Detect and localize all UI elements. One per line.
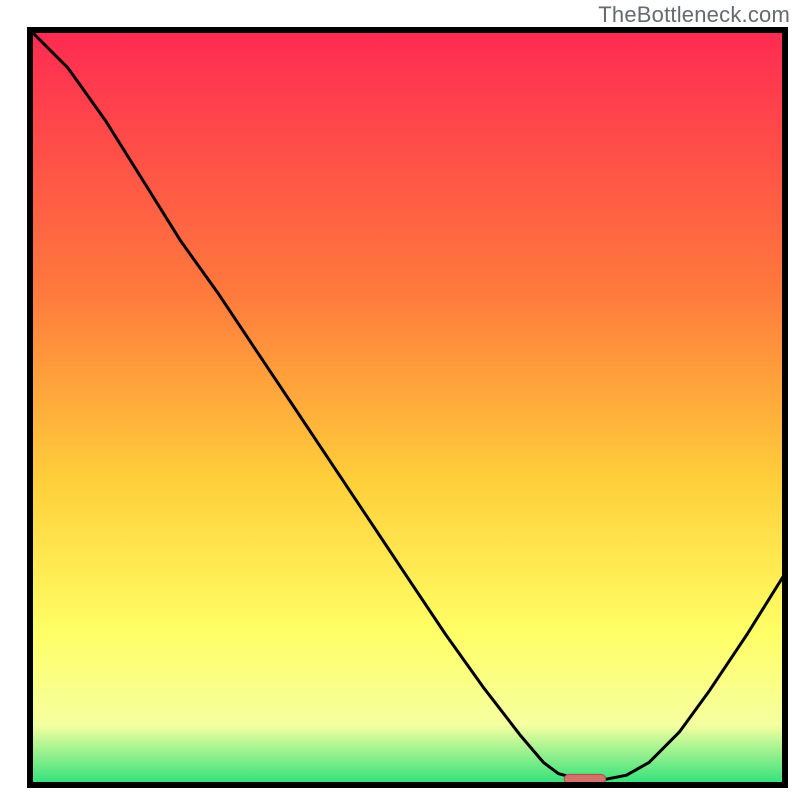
watermark-text: TheBottleneck.com bbox=[598, 2, 790, 28]
gradient-background bbox=[30, 30, 785, 785]
plot-area bbox=[30, 30, 785, 785]
bottleneck-chart bbox=[0, 0, 800, 800]
chart-frame: { "watermark": "TheBottleneck.com", "col… bbox=[0, 0, 800, 800]
